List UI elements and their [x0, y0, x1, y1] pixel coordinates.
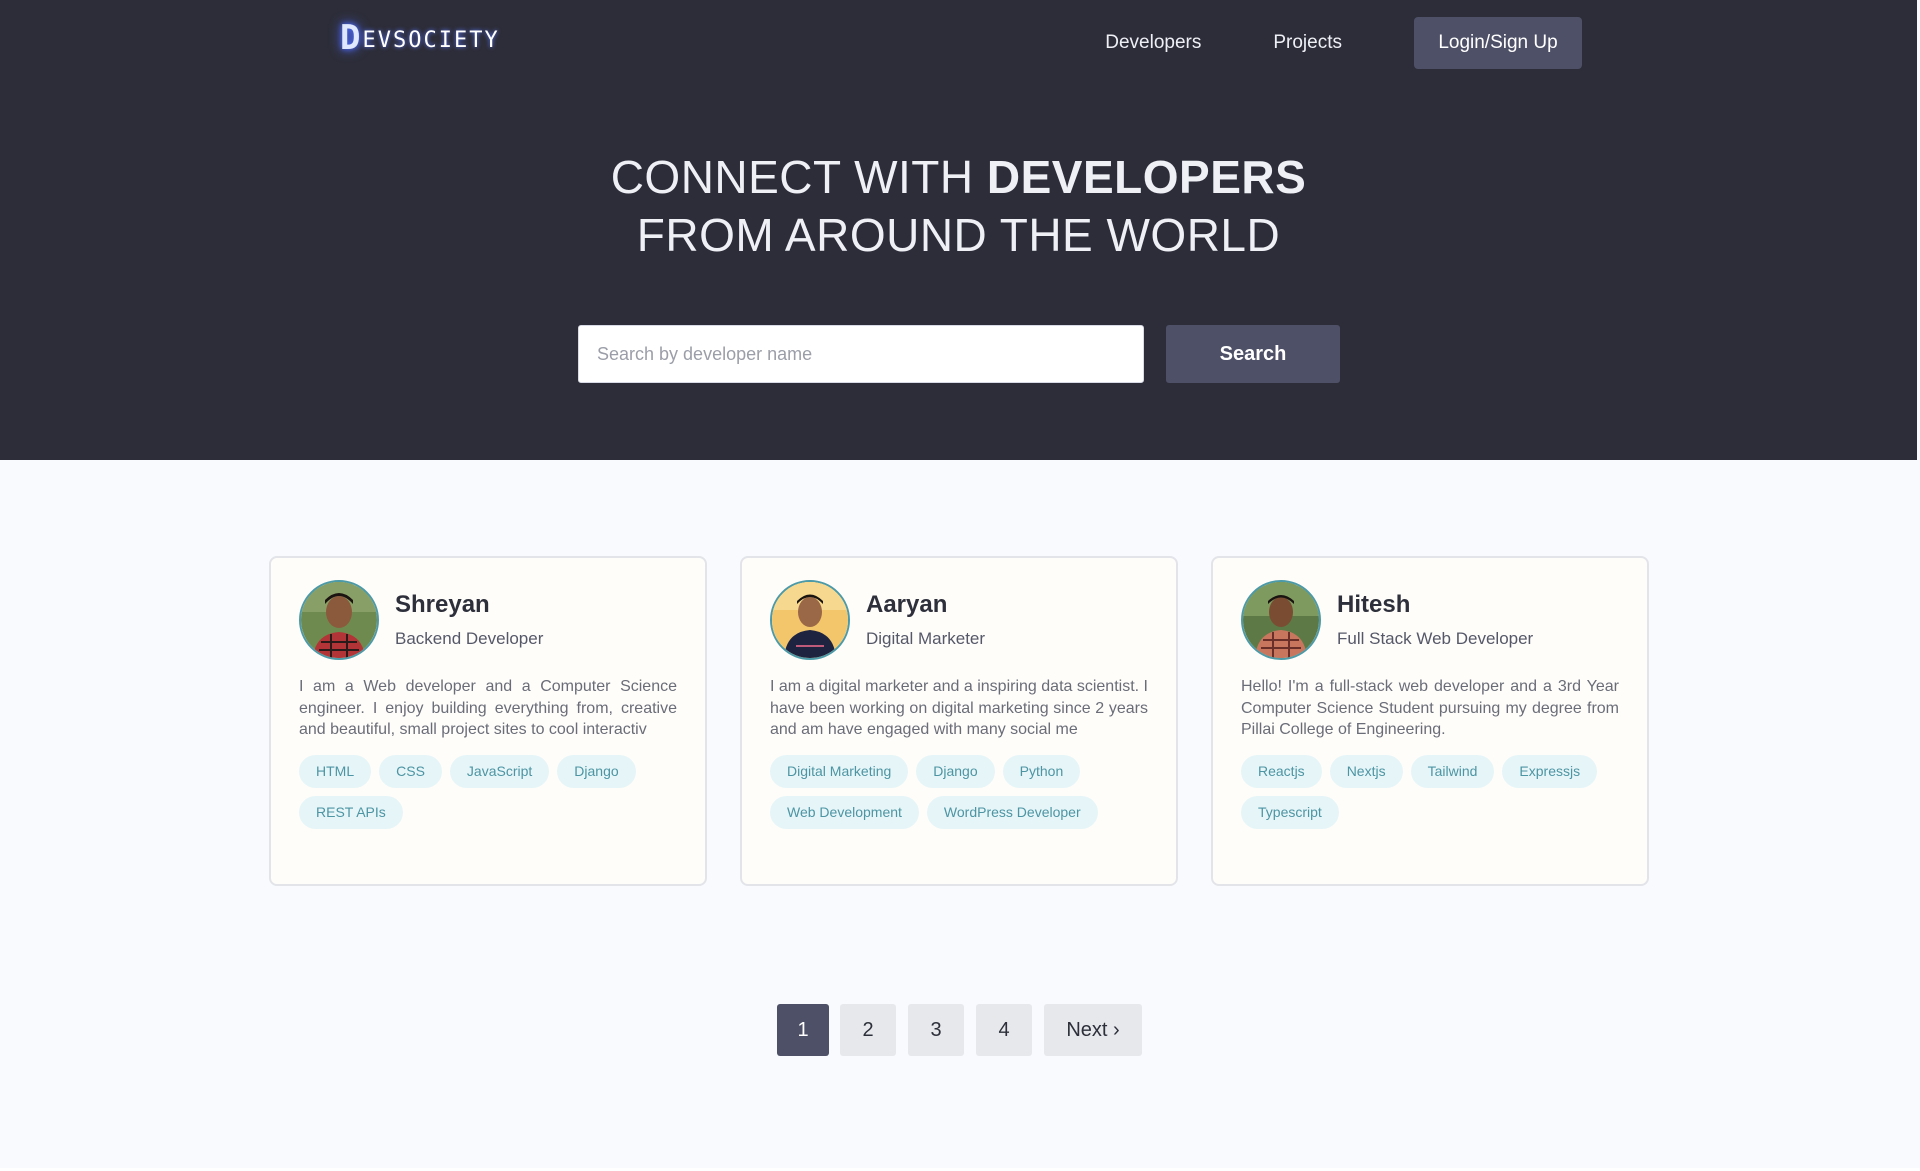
- card-header: Hitesh Full Stack Web Developer: [1241, 580, 1619, 660]
- skill-tags: Reactjs Nextjs Tailwind Expressjs Typesc…: [1241, 754, 1619, 837]
- developer-name[interactable]: Shreyan: [395, 591, 543, 619]
- skill-tag: Django: [916, 754, 995, 788]
- page-button-2[interactable]: 2: [840, 1004, 896, 1056]
- developer-card[interactable]: Hitesh Full Stack Web Developer Hello! I…: [1211, 556, 1649, 886]
- search-button[interactable]: Search: [1166, 325, 1340, 383]
- developer-role: Full Stack Web Developer: [1337, 629, 1534, 648]
- page-button-4[interactable]: 4: [976, 1004, 1032, 1056]
- developer-bio: Hello! I'm a full-stack web developer an…: [1241, 678, 1619, 738]
- pagination: 1 2 3 4 Next ›: [777, 1004, 1154, 1056]
- developer-name[interactable]: Aaryan: [866, 591, 985, 619]
- skill-tag: Nextjs: [1329, 754, 1403, 788]
- skill-tag: Digital Marketing: [770, 754, 909, 788]
- headline-line2: FROM AROUND THE WORLD: [636, 209, 1281, 261]
- avatar: [770, 580, 850, 660]
- developer-bio: I am a Web developer and a Computer Scie…: [299, 678, 677, 738]
- card-header: Aaryan Digital Marketer: [770, 580, 1148, 660]
- page-button-1[interactable]: 1: [777, 1004, 829, 1056]
- logo-wordmark: EVSOCIETY: [362, 27, 500, 53]
- skill-tag: WordPress Developer: [926, 795, 1098, 829]
- hero-section: D EVSOCIETY Developers Projects Login/Si…: [0, 0, 1917, 460]
- developer-role: Backend Developer: [395, 629, 544, 648]
- search-input[interactable]: [578, 325, 1144, 383]
- headline-line1-plain: CONNECT WITH: [610, 151, 987, 203]
- skill-tag: Reactjs: [1241, 754, 1322, 788]
- login-signup-button[interactable]: Login/Sign Up: [1414, 17, 1582, 69]
- skill-tag: HTML: [299, 754, 372, 788]
- skill-tag: JavaScript: [449, 754, 550, 788]
- skill-tag: CSS: [379, 754, 442, 788]
- avatar: [299, 580, 379, 660]
- skill-tag: Tailwind: [1410, 754, 1495, 788]
- developer-card[interactable]: Aaryan Digital Marketer I am a digital m…: [740, 556, 1178, 886]
- skill-tag: Django: [557, 754, 636, 788]
- main-nav: Developers Projects Login/Sign Up: [1105, 17, 1582, 69]
- next-page-button[interactable]: Next ›: [1044, 1004, 1142, 1056]
- page-button-3[interactable]: 3: [908, 1004, 964, 1056]
- card-header: Shreyan Backend Developer: [299, 580, 677, 660]
- skill-tags: HTML CSS JavaScript Django REST APIs: [299, 754, 677, 837]
- skill-tag: Web Development: [770, 795, 919, 829]
- nav-link-developers[interactable]: Developers: [1105, 32, 1201, 54]
- logo-mark: D: [340, 18, 361, 58]
- skill-tag: Typescript: [1241, 795, 1339, 829]
- developer-role: Digital Marketer: [866, 629, 986, 648]
- developer-name[interactable]: Hitesh: [1337, 591, 1533, 619]
- skill-tags: Digital Marketing Django Python Web Deve…: [770, 754, 1148, 837]
- nav-link-projects[interactable]: Projects: [1273, 32, 1342, 54]
- developer-card[interactable]: Shreyan Backend Developer I am a Web dev…: [269, 556, 707, 886]
- developer-cards: Shreyan Backend Developer I am a Web dev…: [269, 556, 1649, 886]
- headline-line1-bold: DEVELOPERS: [986, 151, 1307, 203]
- skill-tag: REST APIs: [299, 795, 403, 829]
- developer-bio: I am a digital marketer and a inspiring …: [770, 678, 1148, 738]
- hero-headline: CONNECT WITH DEVELOPERS FROM AROUND THE …: [0, 148, 1917, 264]
- site-logo[interactable]: D EVSOCIETY: [340, 18, 500, 58]
- avatar: [1241, 580, 1321, 660]
- search-form: Search: [578, 325, 1340, 383]
- skill-tag: Python: [1002, 754, 1081, 788]
- skill-tag: Expressjs: [1502, 754, 1598, 788]
